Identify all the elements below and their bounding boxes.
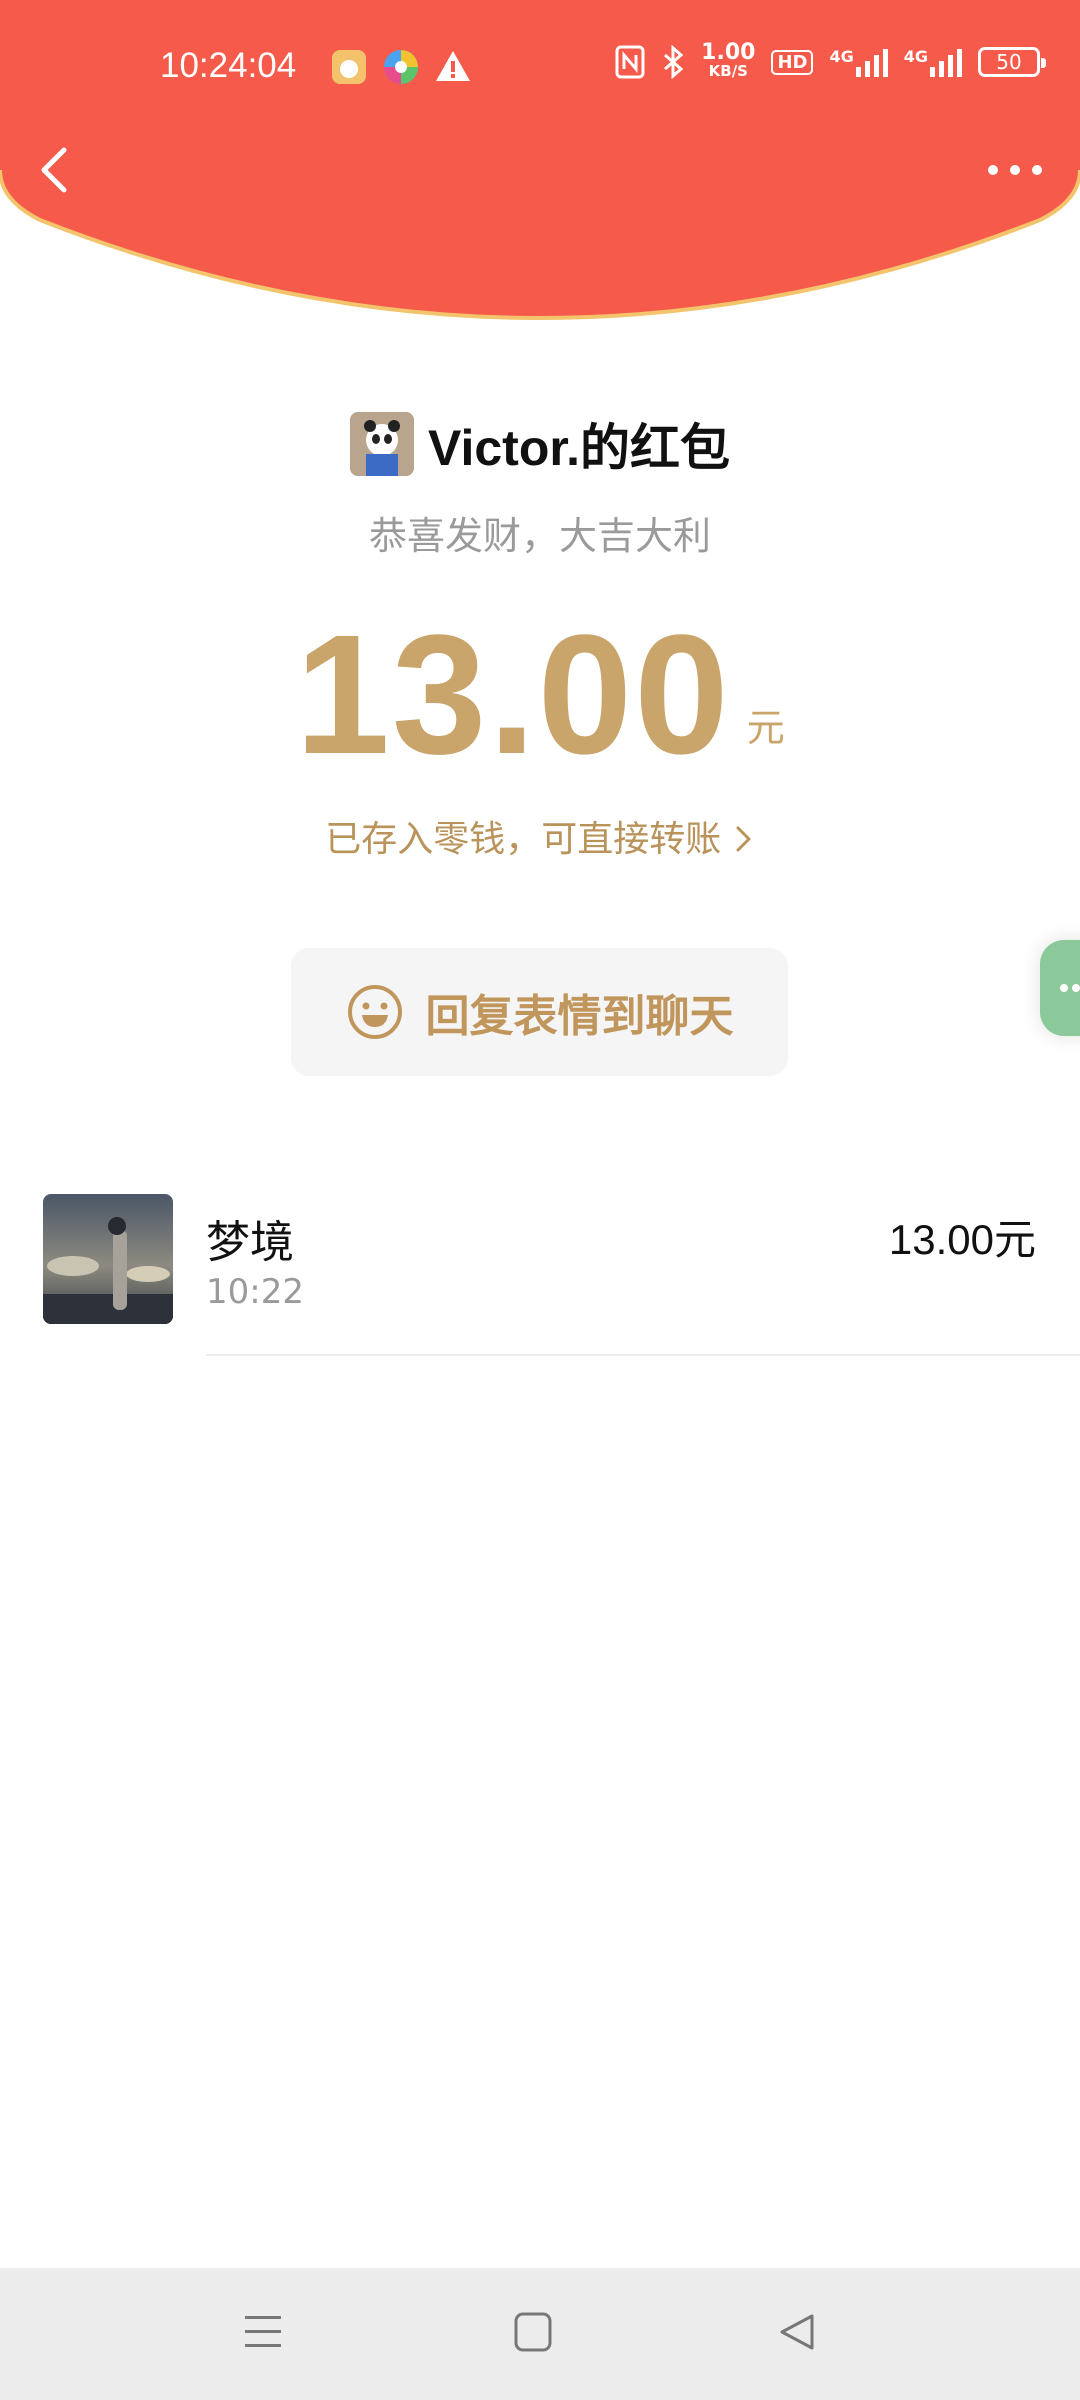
status-bar: 10:24:04 1.00 KB/S HD 4G 4G 50 xyxy=(0,0,1080,135)
amount-unit: 元 xyxy=(746,706,785,750)
nfc-icon xyxy=(615,45,645,79)
packet-title-row: Victor.的红包 xyxy=(0,408,1080,480)
signal-bars-icon xyxy=(930,49,962,77)
app-notification-icon xyxy=(330,48,368,90)
network-speed: 1.00 KB/S xyxy=(701,40,756,81)
system-nav-bar xyxy=(0,2268,1080,2400)
receiver-avatar[interactable] xyxy=(43,1194,173,1324)
packet-title: Victor.的红包 xyxy=(428,420,730,476)
colorful-app-icon xyxy=(382,48,420,90)
chat-dots-icon xyxy=(1060,984,1080,992)
hd-voice-badge: HD xyxy=(771,49,814,75)
back-triangle-icon[interactable] xyxy=(776,2310,820,2358)
network-speed-value: 1.00 xyxy=(701,40,756,65)
receiver-time: 10:22 xyxy=(206,1272,304,1312)
packet-greeting: 恭喜发财，大吉大利 xyxy=(368,514,711,558)
signal-2-label: 4G xyxy=(903,47,928,66)
floating-chat-button[interactable] xyxy=(1040,940,1080,1036)
more-button[interactable] xyxy=(980,150,1050,190)
back-button[interactable] xyxy=(28,140,88,200)
amount-row: 13.00 元 xyxy=(0,610,1080,780)
smiley-icon xyxy=(347,985,402,1039)
reply-sticker-label: 回复表情到聊天 xyxy=(425,991,734,1042)
signal-2: 4G xyxy=(904,47,962,77)
home-square-icon[interactable] xyxy=(512,2310,556,2358)
bluetooth-icon xyxy=(664,45,684,79)
signal-bars-icon xyxy=(855,49,888,77)
warning-icon xyxy=(434,48,472,88)
receiver-name: 梦境 xyxy=(206,1217,294,1268)
receiver-list-item[interactable]: 梦境 10:22 13.00元 xyxy=(0,1170,1080,1356)
packet-amount: 13.00 xyxy=(295,600,731,790)
signal-1: 4G xyxy=(829,47,888,77)
signal-1-label: 4G xyxy=(829,47,854,66)
saved-to-wallet-link[interactable]: 已存入零钱，可直接转账 xyxy=(0,810,1080,862)
network-speed-unit: KB/S xyxy=(708,62,748,80)
list-divider xyxy=(206,1354,1080,1356)
chevron-left-icon xyxy=(41,147,67,193)
status-right-group: 1.00 KB/S HD 4G 4G 50 xyxy=(615,40,1046,81)
chevron-right-icon xyxy=(736,826,751,852)
sender-avatar[interactable] xyxy=(350,412,415,476)
menu-icon[interactable] xyxy=(243,2310,283,2358)
battery-indicator: 50 xyxy=(978,47,1046,77)
receiver-amount: 13.00元 xyxy=(888,1216,1036,1263)
more-dots-icon xyxy=(988,165,1042,175)
reply-sticker-button[interactable]: 回复表情到聊天 xyxy=(291,948,788,1076)
saved-to-wallet-text: 已存入零钱，可直接转账 xyxy=(325,819,722,860)
status-time: 10:24:04 xyxy=(160,46,297,85)
